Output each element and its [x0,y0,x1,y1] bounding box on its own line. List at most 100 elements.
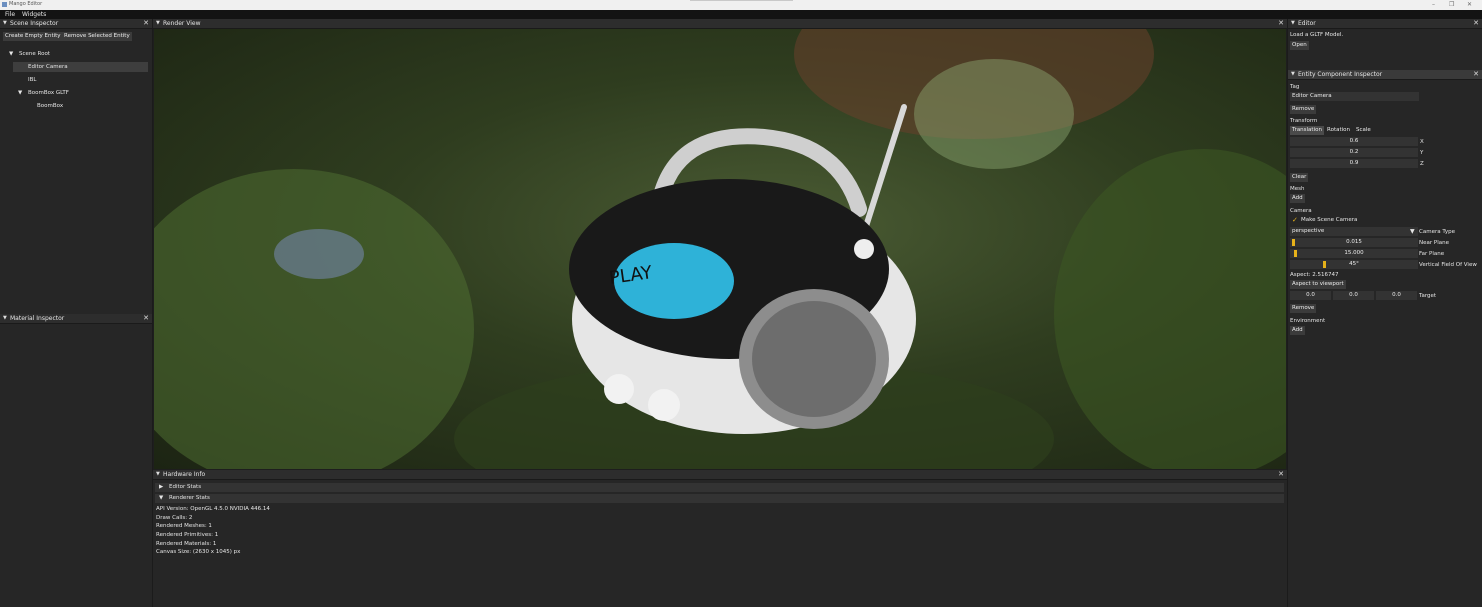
close-icon[interactable]: ✕ [1278,470,1284,478]
translation-z-input[interactable]: 0.9 [1290,159,1418,168]
open-button[interactable]: Open [1290,41,1309,50]
menu-widgets[interactable]: Widgets [22,11,46,18]
panel-title: Material Inspector [10,315,65,322]
far-plane-slider[interactable]: 15.000 [1290,249,1418,258]
maximize-icon[interactable]: ❐ [1449,1,1454,8]
checkmark-icon[interactable]: ✓ [1292,216,1298,224]
near-plane-slider[interactable]: 0.015 [1290,238,1418,247]
close-window-icon[interactable]: ✕ [1467,1,1472,8]
panel-title: Editor [1298,20,1316,27]
axis-y-label: Y [1420,150,1424,156]
remove-tag-button[interactable]: Remove [1290,105,1317,114]
clear-transform-button[interactable]: Clear [1290,173,1309,182]
target-x-input[interactable]: 0.0 [1290,291,1331,300]
add-environment-button[interactable]: Add [1290,326,1305,335]
close-icon[interactable]: ✕ [1473,19,1479,27]
tree-item-ibl[interactable]: IBL [28,77,36,83]
editor-stats-label: Editor Stats [169,484,202,490]
environment-label: Environment [1290,318,1326,324]
tree-item-scene-root[interactable]: ▼ Scene Root [9,51,50,57]
scene-inspector-panel: ▼ Scene Inspector ✕ Create Empty Entity … [0,19,152,314]
tab-scale[interactable]: Scale [1354,126,1373,135]
close-icon[interactable]: ✕ [143,314,149,322]
tree-item-boombox-gltf[interactable]: ▼ BoomBox GLTF [18,90,69,96]
translation-y-input[interactable]: 0.2 [1290,148,1418,157]
close-icon[interactable]: ✕ [1278,19,1284,27]
window-titlebar: Mango Editor – ❐ ✕ [0,0,1482,10]
archway-light [914,59,1074,169]
renderer-stats-header[interactable]: ▼ Renderer Stats [155,494,1284,503]
hardware-info-panel: ▼ Hardware Info ✕ ▶ Editor Stats ▼ Rende… [153,470,1287,607]
load-model-text: Load a GLTF Model. [1290,32,1344,38]
collapse-icon[interactable]: ▼ [156,20,160,26]
camera-label: Camera [1290,208,1312,214]
translation-x-input[interactable]: 0.6 [1290,137,1418,146]
scene-inspector-header[interactable]: ▼ Scene Inspector ✕ [0,19,152,29]
target-z-input[interactable]: 0.0 [1376,291,1417,300]
material-inspector-header[interactable]: ▼ Material Inspector ✕ [0,314,152,324]
close-icon[interactable]: ✕ [143,19,149,27]
minimize-icon[interactable]: – [1432,1,1435,8]
menu-file[interactable]: File [5,11,15,18]
fov-slider[interactable]: 45° [1290,260,1418,269]
stat-rendered-materials: Rendered Materials: 1 [156,541,217,547]
title-center-mark [690,0,793,1]
hardware-info-header[interactable]: ▼ Hardware Info ✕ [153,470,1287,480]
collapsed-arrow-icon[interactable]: ▶ [159,484,163,490]
collapse-icon[interactable]: ▼ [3,315,7,321]
transform-label: Transform [1290,118,1318,124]
create-empty-entity-button[interactable]: Create Empty Entity [3,32,63,41]
editor-header[interactable]: ▼ Editor ✕ [1288,19,1482,29]
panel-title: Render View [163,20,201,27]
expand-arrow-icon[interactable]: ▼ [18,90,22,96]
stat-api-version: API Version: OpenGL 4.5.0 NVIDIA 446.14 [156,506,270,512]
far-plane-slider-handle[interactable] [1294,250,1297,257]
blue-flowers [274,229,364,279]
collapse-icon[interactable]: ▼ [1291,71,1295,77]
far-plane-label: Far Plane [1419,251,1445,257]
fov-label: Vertical Field Of View [1419,262,1477,268]
panel-title: Scene Inspector [10,20,59,27]
target-label: Target [1419,293,1437,299]
app-icon [2,2,7,7]
aspect-text: Aspect: 2.516747 [1290,272,1339,278]
window-title: Mango Editor [9,1,43,7]
mesh-label: Mesh [1290,186,1305,192]
collapse-icon[interactable]: ▼ [1291,20,1295,26]
fov-slider-handle[interactable] [1323,261,1326,268]
stat-draw-calls: Draw Calls: 2 [156,515,193,521]
stat-rendered-primitives: Rendered Primitives: 1 [156,532,219,538]
near-plane-slider-handle[interactable] [1292,239,1295,246]
tree-item-editor-camera[interactable]: Editor Camera [28,64,68,70]
tab-rotation[interactable]: Rotation [1325,126,1352,135]
foliage-left [154,169,474,469]
make-scene-camera-label: Make Scene Camera [1301,217,1358,223]
expanded-arrow-icon[interactable]: ▼ [159,495,163,501]
editor-stats-header[interactable]: ▶ Editor Stats [155,483,1284,492]
stat-rendered-meshes: Rendered Meshes: 1 [156,523,212,529]
aspect-to-viewport-button[interactable]: Aspect to viewport [1290,280,1346,289]
close-icon[interactable]: ✕ [1473,70,1479,78]
remove-camera-button[interactable]: Remove [1290,304,1317,313]
camera-type-select[interactable]: perspective [1290,227,1418,236]
tab-translation[interactable]: Translation [1290,126,1324,135]
editor-panel: ▼ Editor ✕ Load a GLTF Model. Open [1288,19,1482,70]
target-y-input[interactable]: 0.0 [1333,291,1374,300]
stat-canvas-size: Canvas Size: (2630 x 1045) px [156,549,241,555]
tag-input[interactable]: Editor Camera [1290,92,1419,101]
foliage-right [1054,149,1286,469]
add-mesh-button[interactable]: Add [1290,194,1305,203]
axis-x-label: X [1420,139,1424,145]
panel-title: Hardware Info [163,471,206,478]
camera-type-label: Camera Type [1419,229,1455,235]
entity-inspector-header[interactable]: ▼ Entity Component Inspector ✕ [1288,70,1482,80]
tree-item-boombox[interactable]: BoomBox [37,103,63,109]
expand-arrow-icon[interactable]: ▼ [9,51,13,57]
dropdown-arrow-icon[interactable]: ▼ [1410,228,1415,235]
remove-selected-entity-button[interactable]: Remove Selected Entity [62,32,132,41]
entity-component-inspector-panel: ▼ Entity Component Inspector ✕ Tag Edito… [1288,70,1482,607]
render-viewport[interactable]: PLAY [154,29,1286,469]
render-view-header[interactable]: ▼ Render View ✕ [153,19,1287,29]
collapse-icon[interactable]: ▼ [156,471,160,477]
collapse-icon[interactable]: ▼ [3,20,7,26]
